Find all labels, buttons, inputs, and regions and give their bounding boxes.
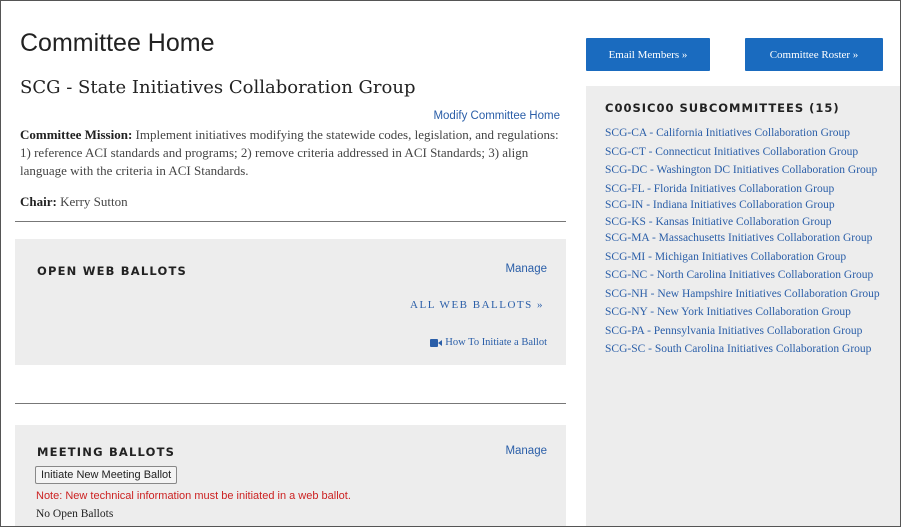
- subcommittee-link[interactable]: SCG-NY - New York Initiatives Collaborat…: [605, 305, 895, 321]
- how-to-initiate-ballot-label: How To Initiate a Ballot: [445, 337, 547, 348]
- subcommittee-link[interactable]: SCG-NC - North Carolina Initiatives Coll…: [605, 268, 895, 284]
- page-title: Committee Home: [20, 29, 215, 57]
- subcommittees-heading: C00SIC00 SUBCOMMITTEES (15): [605, 101, 840, 115]
- committee-chair: Chair: Kerry Sutton: [20, 194, 128, 210]
- subcommittee-link[interactable]: SCG-MA - Massachusetts Initiatives Colla…: [605, 231, 895, 247]
- divider: [15, 221, 566, 222]
- meeting-ballots-heading: MEETING BALLOTS: [37, 445, 176, 459]
- all-web-ballots-link[interactable]: ALL WEB BALLOTS »: [410, 299, 544, 311]
- subcommittee-link[interactable]: SCG-IN - Indiana Initiatives Collaborati…: [605, 198, 895, 214]
- open-web-ballots-panel: OPEN WEB BALLOTS Manage ALL WEB BALLOTS …: [15, 239, 566, 365]
- subcommittee-link[interactable]: SCG-SC - South Carolina Initiatives Coll…: [605, 342, 895, 358]
- subcommittee-link[interactable]: SCG-MI - Michigan Initiatives Collaborat…: [605, 250, 895, 266]
- web-ballot-note: Note: New technical information must be …: [36, 490, 351, 502]
- web-ballots-manage-link[interactable]: Manage: [505, 263, 547, 275]
- subcommittee-list: SCG-CA - California Initiatives Collabor…: [605, 126, 895, 361]
- meeting-ballots-panel: MEETING BALLOTS Manage Initiate New Meet…: [15, 425, 566, 526]
- initiate-meeting-ballot-button[interactable]: Initiate New Meeting Ballot: [35, 466, 178, 484]
- email-members-button[interactable]: Email Members »: [586, 38, 710, 71]
- how-to-initiate-ballot-link[interactable]: How To Initiate a Ballot: [430, 337, 547, 348]
- subcommittee-link[interactable]: SCG-CA - California Initiatives Collabor…: [605, 126, 895, 142]
- subcommittee-link[interactable]: SCG-PA - Pennsylvania Initiatives Collab…: [605, 324, 895, 340]
- chair-label: Chair:: [20, 194, 57, 209]
- meeting-ballots-manage-link[interactable]: Manage: [505, 445, 547, 457]
- committee-roster-button[interactable]: Committee Roster »: [745, 38, 883, 71]
- mission-label: Committee Mission:: [20, 127, 133, 142]
- subcommittee-link[interactable]: SCG-DC - Washington DC Initiatives Colla…: [605, 163, 895, 179]
- committee-name: SCG - State Initiatives Collaboration Gr…: [20, 77, 416, 98]
- open-web-ballots-heading: OPEN WEB BALLOTS: [37, 264, 188, 278]
- page-frame: Committee Home SCG - State Initiatives C…: [0, 0, 901, 527]
- divider: [15, 403, 566, 404]
- subcommittee-link[interactable]: SCG-CT - Connecticut Initiatives Collabo…: [605, 145, 895, 161]
- video-icon: [430, 338, 443, 347]
- no-open-ballots-text: No Open Ballots: [36, 508, 114, 520]
- modify-committee-home-link[interactable]: Modify Committee Home: [433, 110, 560, 122]
- subcommittee-link[interactable]: SCG-NH - New Hampshire Initiatives Colla…: [605, 287, 895, 303]
- chair-name: Kerry Sutton: [56, 194, 128, 209]
- committee-mission: Committee Mission: Implement initiatives…: [20, 126, 560, 180]
- subcommittees-panel: C00SIC00 SUBCOMMITTEES (15) SCG-CA - Cal…: [586, 86, 900, 526]
- subcommittee-link[interactable]: SCG-KS - Kansas Initiative Collaboration…: [605, 215, 895, 231]
- subcommittee-link[interactable]: SCG-FL - Florida Initiatives Collaborati…: [605, 182, 895, 198]
